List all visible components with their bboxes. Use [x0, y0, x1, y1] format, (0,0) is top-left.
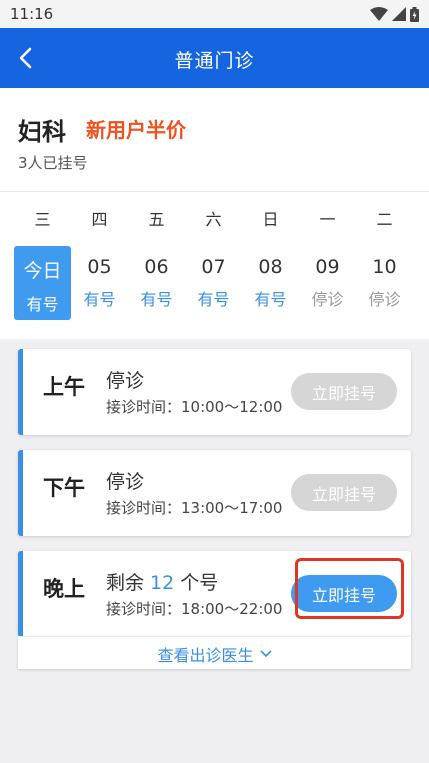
day-cell[interactable]: 09 停诊 — [299, 246, 356, 320]
remaining-suffix: 个号 — [174, 572, 219, 594]
slot-status: 剩余 12 个号 — [106, 568, 218, 595]
slot-period: 上午 — [43, 375, 85, 399]
view-doctors-bar: 查看出诊医生 — [18, 636, 411, 669]
day-status: 有号 — [140, 290, 173, 309]
weekday-label: 五 — [148, 210, 165, 229]
day-cell[interactable]: 07 有号 — [185, 246, 242, 320]
page-title: 普通门诊 — [174, 50, 255, 72]
status-icons — [370, 6, 419, 22]
day-cell[interactable]: 08 有号 — [242, 246, 299, 320]
day-cell-today[interactable]: 今日 有号 — [14, 246, 71, 320]
slot-time: 接诊时间：18:00～22:00 — [106, 600, 283, 618]
day-date: 10 — [372, 256, 397, 278]
app-bar: 普通门诊 — [0, 28, 429, 88]
slot-period: 晚上 — [43, 577, 85, 601]
weekday-label: 二 — [376, 210, 393, 229]
day-status: 停诊 — [368, 290, 401, 309]
department-name: 妇科 — [18, 118, 66, 146]
registered-count: 3人已挂号 — [18, 154, 88, 172]
promo-label: 新用户半价 — [86, 118, 186, 142]
status-time: 11:16 — [10, 5, 54, 23]
day-status: 有号 — [26, 295, 59, 314]
day-date: 06 — [144, 256, 169, 278]
remaining-prefix: 剩余 — [106, 572, 151, 594]
slot-time: 接诊时间：13:00～17:00 — [106, 499, 283, 517]
slot-card-afternoon: 下午 停诊 接诊时间：13:00～17:00 立即挂号 — [18, 450, 411, 536]
battery-icon — [410, 6, 419, 22]
day-date: 08 — [258, 256, 283, 278]
wifi-icon — [370, 7, 388, 21]
department-header: 妇科 新用户半价 3人已挂号 — [0, 88, 429, 192]
register-button[interactable]: 立即挂号 — [291, 474, 397, 511]
day-status: 停诊 — [311, 290, 344, 309]
day-cell[interactable]: 10 停诊 — [356, 246, 413, 320]
slot-time: 接诊时间：10:00～12:00 — [106, 398, 283, 416]
day-date: 05 — [87, 256, 112, 278]
weekday-label: 日 — [262, 210, 279, 229]
slot-card-morning: 上午 停诊 接诊时间：10:00～12:00 立即挂号 — [18, 349, 411, 435]
day-status: 有号 — [83, 290, 116, 309]
weekday-label: 六 — [205, 210, 222, 229]
day-date: 今日 — [23, 260, 62, 282]
slot-period: 下午 — [43, 476, 85, 500]
day-cell[interactable]: 05 有号 — [71, 246, 128, 320]
register-button[interactable]: 立即挂号 — [291, 575, 397, 612]
slot-card-evening: 晚上 剩余 12 个号 接诊时间：18:00～22:00 立即挂号 — [18, 551, 411, 637]
day-date: 07 — [201, 256, 226, 278]
status-bar: 11:16 — [0, 0, 429, 28]
view-doctors-label: 查看出诊医生 — [157, 646, 254, 665]
weekday-label: 三 — [34, 210, 51, 229]
day-status: 有号 — [197, 290, 230, 309]
slot-status: 停诊 — [106, 471, 145, 493]
slot-status: 停诊 — [106, 370, 145, 392]
weekday-label: 四 — [91, 210, 108, 229]
register-button[interactable]: 立即挂号 — [291, 373, 397, 410]
date-selector: 三 四 五 六 日 一 二 今日 有号 05 有号 06 有号 07 有号 08… — [0, 192, 429, 339]
view-doctors-link[interactable]: 查看出诊医生 — [157, 642, 272, 666]
signal-icon — [392, 7, 406, 21]
day-date: 09 — [315, 256, 340, 278]
day-cell[interactable]: 06 有号 — [128, 246, 185, 320]
remaining-count: 12 — [150, 572, 175, 594]
weekday-label: 一 — [319, 210, 336, 229]
day-status: 有号 — [254, 290, 287, 309]
chevron-down-icon — [259, 650, 272, 658]
